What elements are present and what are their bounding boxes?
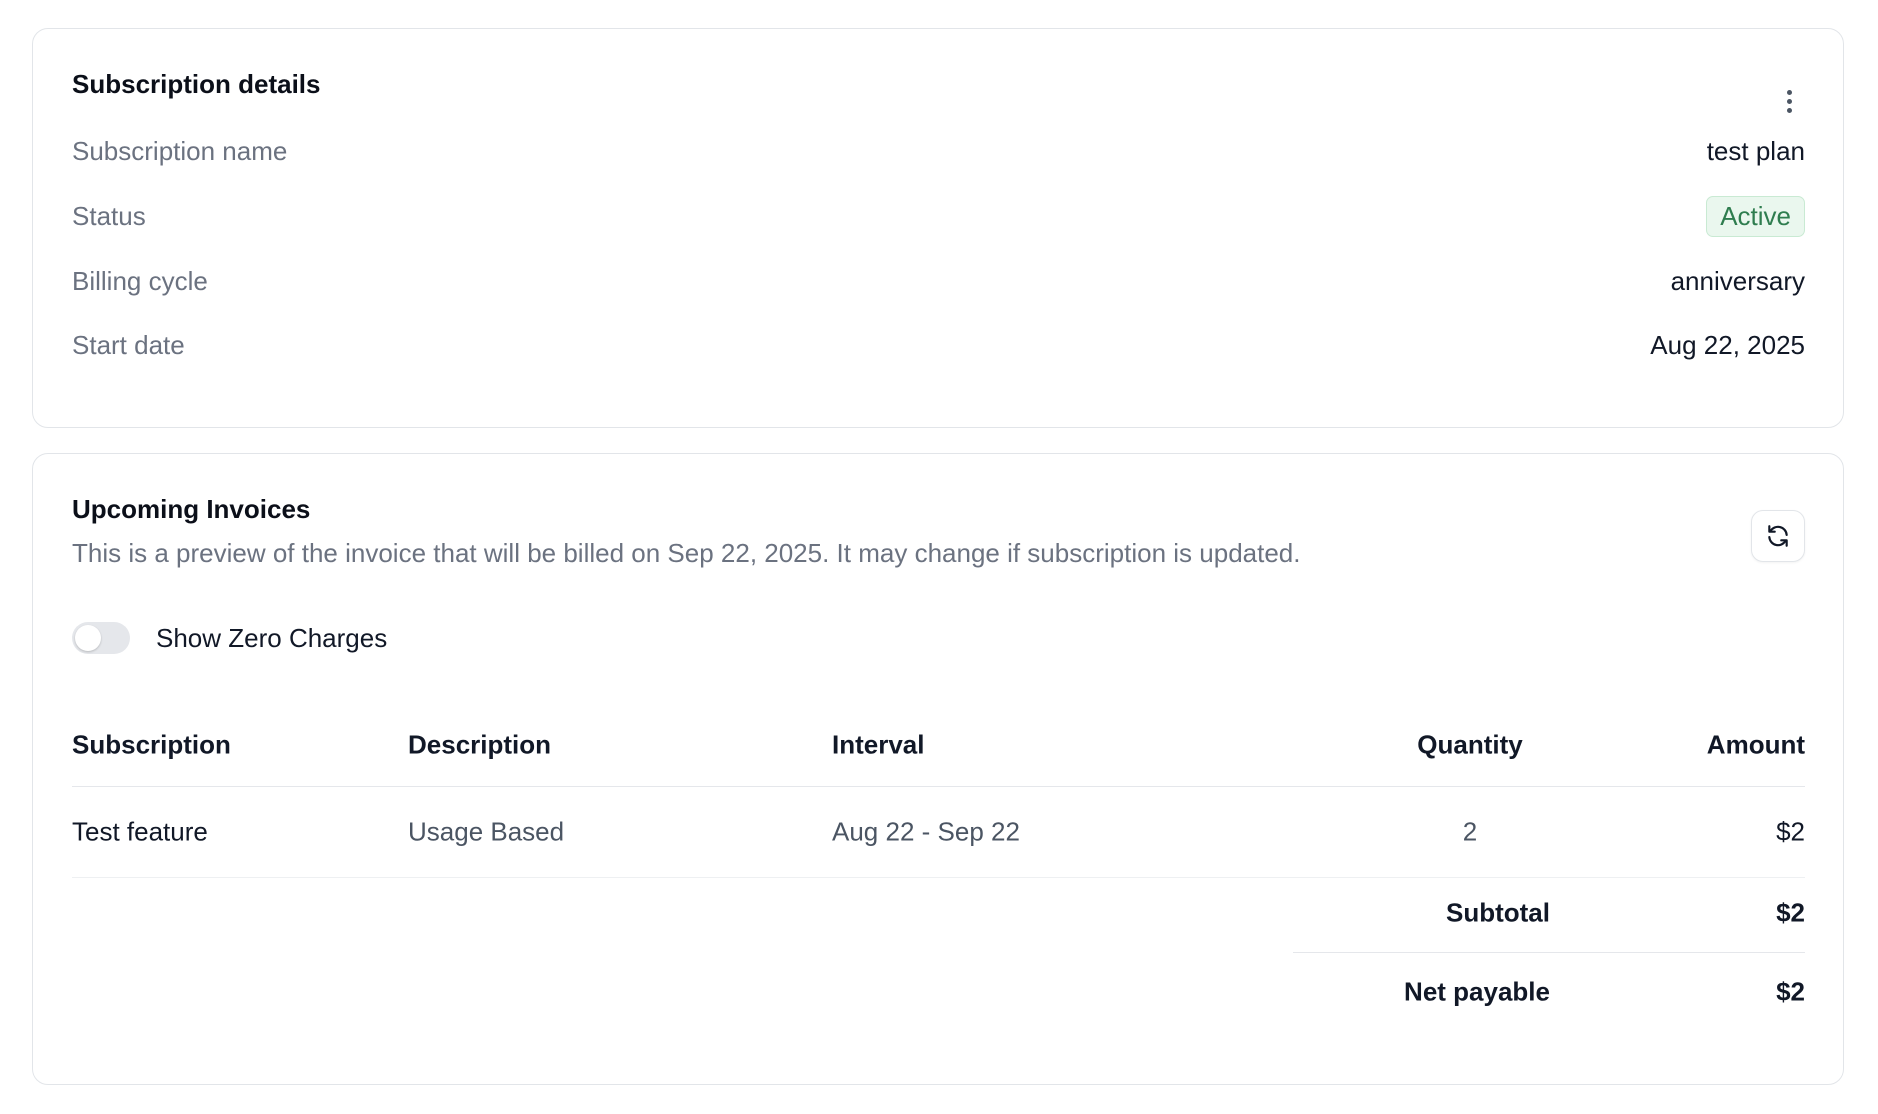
start-date-value: Aug 22, 2025 [1650, 329, 1805, 360]
subscription-details-card: Subscription details Subscription name t… [32, 28, 1844, 428]
refresh-button[interactable] [1751, 510, 1805, 562]
subtotal-value: $2 [1776, 897, 1805, 928]
more-options-icon[interactable] [1775, 83, 1803, 119]
detail-label: Subscription name [72, 135, 288, 166]
billing-cycle-value: anniversary [1670, 265, 1805, 296]
refresh-icon [1768, 525, 1788, 547]
show-zero-charges-label: Show Zero Charges [156, 622, 388, 653]
net-payable-row: Net payable $2 [1293, 953, 1805, 1031]
invoice-preview-description: This is a preview of the invoice that wi… [72, 538, 1301, 568]
show-zero-charges-control: Show Zero Charges [72, 622, 387, 654]
subscription-name-value: test plan [1706, 135, 1805, 166]
column-header-description: Description [408, 729, 552, 760]
subtotal-row: Subtotal $2 [1293, 874, 1805, 953]
status-badge: Active [1706, 195, 1805, 237]
column-header-subscription: Subscription [72, 729, 231, 760]
detail-label: Status [72, 200, 146, 231]
subscription-details-title: Subscription details [72, 69, 321, 99]
cell-description: Usage Based [408, 816, 565, 847]
show-zero-charges-toggle[interactable] [72, 622, 130, 654]
net-payable-label: Net payable [1404, 976, 1550, 1007]
subtotal-label: Subtotal [1446, 897, 1550, 928]
cell-subscription: Test feature [72, 816, 208, 847]
upcoming-invoices-card: Upcoming Invoices This is a preview of t… [32, 453, 1844, 1085]
table-header-row: Subscription Description Interval Quanti… [72, 704, 1805, 787]
column-header-quantity: Quantity [1417, 729, 1523, 760]
column-header-amount: Amount [1706, 729, 1805, 760]
cell-quantity: 2 [1462, 816, 1478, 847]
detail-label: Billing cycle [72, 265, 208, 296]
detail-row-billing-cycle: Billing cycle anniversary [72, 261, 1805, 301]
table-row: Test feature Usage Based Aug 22 - Sep 22… [72, 787, 1805, 878]
detail-row-subscription-name: Subscription name test plan [72, 131, 1805, 171]
column-header-interval: Interval [832, 729, 925, 760]
upcoming-invoices-title: Upcoming Invoices [72, 494, 311, 524]
detail-row-start-date: Start date Aug 22, 2025 [72, 325, 1805, 365]
cell-interval: Aug 22 - Sep 22 [832, 816, 1020, 847]
cell-amount: $2 [1776, 816, 1805, 847]
invoice-line-items-table: Subscription Description Interval Quanti… [72, 704, 1805, 878]
detail-label: Start date [72, 329, 185, 360]
net-payable-value: $2 [1776, 976, 1805, 1007]
detail-row-status: Status Active [72, 195, 1805, 237]
invoice-totals: Subtotal $2 Net payable $2 [1293, 874, 1805, 1031]
